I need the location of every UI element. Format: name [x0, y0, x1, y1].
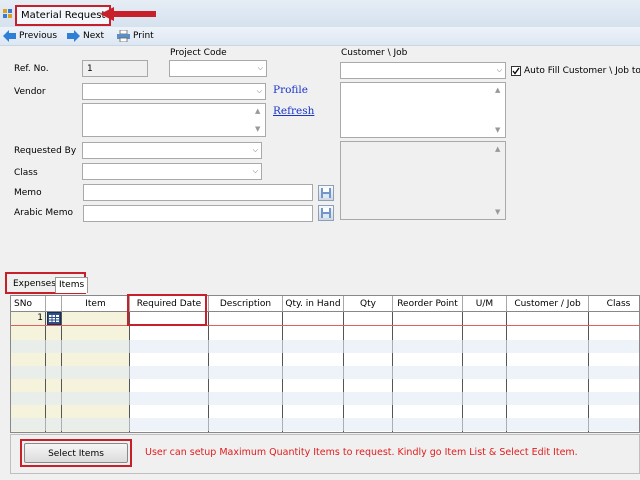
vendor-select[interactable]: ⌵ — [82, 83, 266, 100]
next-label: Next — [83, 31, 104, 41]
previous-label: Previous — [19, 31, 58, 41]
previous-button[interactable]: Previous — [3, 29, 57, 43]
window-title: Material Request — [15, 5, 112, 26]
arabic-memo-browse-button[interactable] — [318, 205, 334, 221]
tab-strip: Expenses Items — [5, 272, 89, 294]
chevron-down-icon: ⌵ — [496, 66, 502, 74]
requested-by-label: Requested By — [14, 146, 77, 156]
check-icon — [512, 67, 520, 75]
col-header-description[interactable]: Description — [209, 296, 283, 312]
scroll-up-icon: ▲ — [495, 86, 501, 94]
grid-row-stripe — [11, 340, 639, 353]
arrow-right-icon — [67, 30, 80, 42]
project-code-select[interactable]: ⌵ — [169, 60, 267, 77]
grid-row-stripe — [11, 366, 639, 379]
memo-input[interactable] — [83, 184, 313, 201]
customer-job-select[interactable]: ⌵ — [340, 62, 506, 79]
annotation-arrow-icon — [100, 7, 156, 21]
vertical-scrollbar[interactable]: ▲ ▼ — [492, 83, 505, 137]
customer-job-label: Customer \ Job — [341, 48, 408, 58]
arabic-memo-label: Arabic Memo — [14, 208, 73, 218]
info-note: User can setup Maximum Quantity Items to… — [145, 447, 578, 458]
chevron-down-icon: ⌵ — [252, 167, 258, 175]
requested-by-select[interactable]: ⌵ — [82, 142, 262, 159]
print-button[interactable]: Print — [117, 29, 154, 43]
col-header-reorder-point[interactable]: Reorder Point — [393, 296, 463, 312]
next-button[interactable]: Next — [67, 29, 104, 43]
select-items-button[interactable]: Select Items — [24, 443, 128, 463]
save-icon — [321, 188, 331, 198]
col-header-um[interactable]: U/M — [463, 296, 507, 312]
chevron-down-icon: ⌵ — [252, 146, 258, 154]
scroll-up-icon: ▲ — [255, 107, 261, 115]
profile-link[interactable]: Profile — [273, 84, 308, 96]
vendor-address-textarea[interactable]: ▲ ▼ — [82, 103, 266, 137]
grid-row-stripe — [11, 392, 639, 405]
arrow-left-icon — [3, 30, 16, 42]
memo-browse-button[interactable] — [318, 185, 334, 201]
ref-no-field[interactable]: 1 — [82, 60, 148, 77]
scroll-up-icon: ▲ — [495, 145, 501, 153]
chevron-down-icon: ⌵ — [257, 64, 263, 72]
row-sno: 1 — [37, 313, 43, 323]
refresh-link[interactable]: Refresh — [273, 105, 314, 117]
autofill-label: Auto Fill Customer \ Job to Cus — [524, 66, 640, 76]
ref-no-label: Ref. No. — [14, 64, 49, 74]
customer-address-textarea[interactable]: ▲ ▼ — [340, 82, 506, 138]
required-date-highlight — [127, 294, 207, 326]
autofill-checkbox[interactable] — [511, 66, 521, 76]
current-row-indicator — [11, 325, 639, 326]
table-row[interactable]: 1 — [11, 312, 639, 325]
col-header-sno[interactable]: SNo — [11, 296, 46, 312]
class-select[interactable]: ⌵ — [82, 163, 262, 180]
scroll-down-icon: ▼ — [495, 208, 501, 216]
items-grid[interactable]: SNo Item Required Date Description Qty. … — [10, 295, 640, 433]
tab-items[interactable]: Items — [55, 277, 89, 293]
vertical-scrollbar[interactable]: ▲ ▼ — [492, 142, 505, 219]
select-items-highlight: Select Items — [20, 439, 132, 467]
col-header-item[interactable]: Item — [62, 296, 130, 312]
chevron-down-icon: ⌵ — [256, 87, 262, 95]
project-code-label: Project Code — [170, 48, 227, 58]
col-header-qty-in-hand[interactable]: Qty. in Hand — [283, 296, 344, 312]
class-label: Class — [14, 168, 38, 178]
memo-label: Memo — [14, 188, 42, 198]
scroll-down-icon: ▼ — [495, 126, 501, 134]
col-header-picker[interactable] — [46, 296, 62, 312]
col-header-qty[interactable]: Qty — [344, 296, 393, 312]
arabic-memo-input[interactable] — [83, 205, 313, 222]
grid-row-stripe — [11, 418, 639, 431]
print-label: Print — [133, 31, 154, 41]
tab-expenses[interactable]: Expenses — [10, 277, 59, 292]
save-icon — [321, 208, 331, 218]
item-picker-icon[interactable] — [47, 312, 61, 325]
col-header-class[interactable]: Class — [589, 296, 639, 312]
app-icon — [3, 9, 12, 18]
ship-to-textarea[interactable]: ▲ ▼ — [340, 141, 506, 220]
ref-no-value: 1 — [87, 64, 93, 74]
col-header-customer-job[interactable]: Customer / Job — [507, 296, 589, 312]
scroll-down-icon: ▼ — [255, 125, 261, 133]
vendor-label: Vendor — [14, 87, 46, 97]
printer-icon — [117, 30, 130, 42]
toolbar: Previous Next Print — [0, 27, 640, 46]
vertical-scrollbar[interactable]: ▲ ▼ — [252, 104, 265, 136]
